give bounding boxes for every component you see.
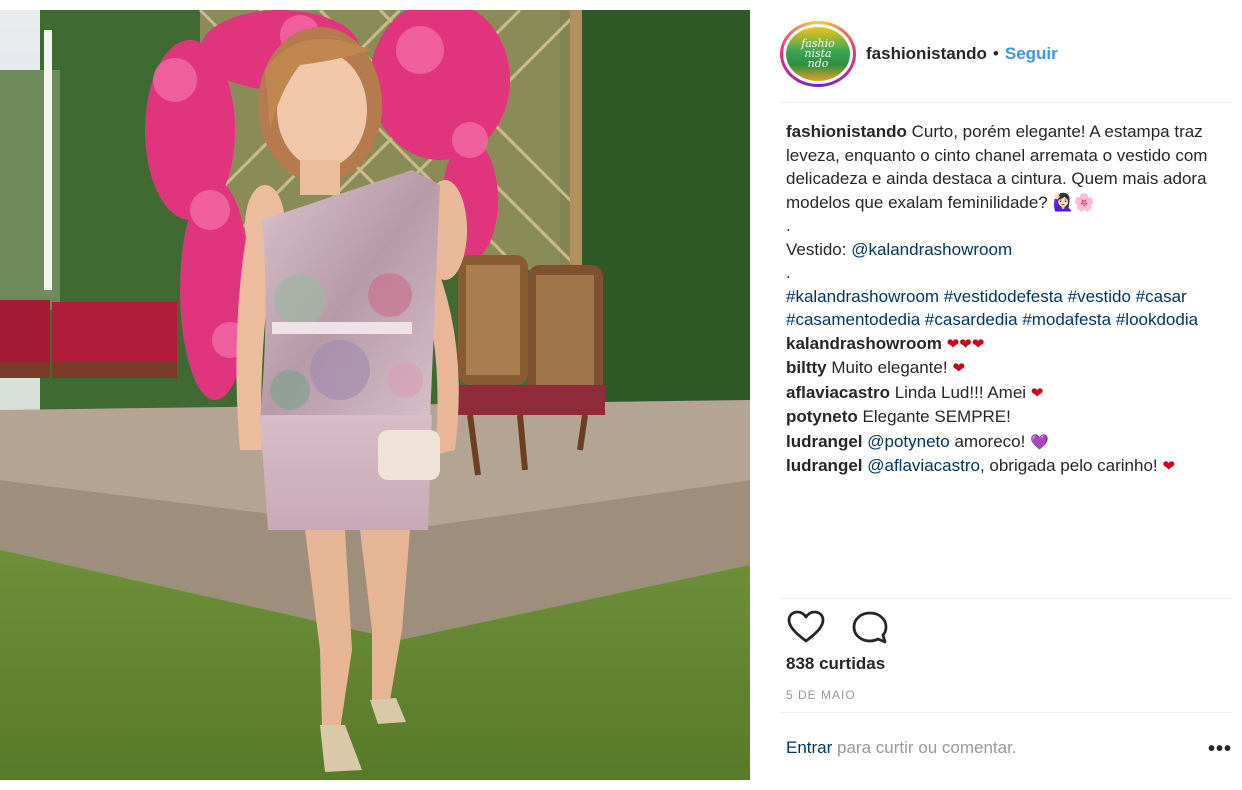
comment-username[interactable]: ludrangel xyxy=(786,432,863,451)
comment-mention-link[interactable]: @potyneto xyxy=(867,432,949,451)
comment-item: aflaviacastro Linda Lud!!! Amei ❤ xyxy=(786,381,1232,406)
comment-username[interactable]: biltty xyxy=(786,358,827,377)
avatar[interactable]: fashio nista ndo xyxy=(780,21,856,87)
caption: fashionistando Curto, porém elegante! A … xyxy=(786,120,1232,214)
comment-bubble-icon[interactable] xyxy=(850,608,890,648)
heart-emoji-icon: ❤❤❤ xyxy=(946,335,985,353)
comment-item: ludrangel @aflaviacastro, obrigada pelo … xyxy=(786,454,1232,479)
post-date[interactable]: 5 DE MAIO xyxy=(786,688,856,702)
post-details-panel: fashio nista ndo fashionistando • Seguir… xyxy=(770,10,1242,780)
comment-item: ludrangel @potyneto amoreco! 💜 xyxy=(786,430,1232,455)
comment-item: kalandrashowroom ❤❤❤ xyxy=(786,332,1232,357)
avatar-image: fashio nista ndo xyxy=(786,27,850,81)
follow-button[interactable]: Seguir xyxy=(1005,44,1058,64)
purple-heart-emoji-icon: 💜 xyxy=(1030,433,1049,451)
avatar-text-3: ndo xyxy=(807,57,829,70)
heart-emoji-icon: ❤ xyxy=(952,360,965,377)
heart-emoji-icon: ❤ xyxy=(1162,458,1175,475)
comments-section: fashionistando Curto, porém elegante! A … xyxy=(786,120,1232,479)
dress-mention-link[interactable]: @kalandrashowroom xyxy=(851,240,1012,259)
comment-item: potyneto Elegante SEMPRE! xyxy=(786,405,1232,430)
separator-dot: • xyxy=(992,44,999,63)
avatar-ring: fashio nista ndo xyxy=(783,24,853,84)
comment-text: , obrigada pelo carinho! xyxy=(979,456,1158,475)
comment-text: Elegante SEMPRE! xyxy=(862,407,1011,426)
login-link[interactable]: Entrar xyxy=(786,738,832,757)
comment-text: Muito elegante! xyxy=(831,358,948,377)
comment-username[interactable]: kalandrashowroom xyxy=(786,334,942,353)
login-text: para curtir ou comentar. xyxy=(832,738,1017,757)
caption-dress: Vestido: @kalandrashowroom xyxy=(786,238,1232,262)
post-photo[interactable] xyxy=(0,10,750,780)
comments-divider xyxy=(780,598,1232,599)
comment-item: biltty Muito elegante! ❤ xyxy=(786,356,1232,381)
header-divider xyxy=(780,102,1232,103)
action-bar xyxy=(786,608,914,648)
heart-emoji-icon: ❤ xyxy=(1030,384,1044,402)
caption-separator-2: . xyxy=(786,263,791,282)
caption-separator-1: . xyxy=(786,216,791,235)
heart-outline-icon[interactable] xyxy=(786,608,826,648)
caption-hashtags[interactable]: #kalandrashowroom #vestidodefesta #vesti… xyxy=(786,285,1232,332)
post-image xyxy=(0,10,750,780)
login-prompt: Entrar para curtir ou comentar. xyxy=(786,738,1017,758)
header-username[interactable]: fashionistando xyxy=(866,44,987,64)
comment-text: Linda Lud!!! Amei xyxy=(894,382,1027,402)
comment-mention-link[interactable]: @aflaviacastro xyxy=(867,456,980,475)
caption-username[interactable]: fashionistando xyxy=(786,122,907,141)
more-options-icon[interactable]: ••• xyxy=(1208,738,1232,761)
footer-divider xyxy=(780,712,1232,713)
comment-username[interactable]: ludrangel xyxy=(786,456,863,475)
comment-username[interactable]: potyneto xyxy=(786,407,858,426)
likes-count[interactable]: 838 curtidas xyxy=(786,654,885,674)
post-header: fashio nista ndo fashionistando • Seguir xyxy=(780,21,1232,87)
comment-text: amoreco! xyxy=(954,431,1026,451)
comment-username[interactable]: aflaviacastro xyxy=(786,383,890,402)
dress-label: Vestido: xyxy=(786,239,852,259)
